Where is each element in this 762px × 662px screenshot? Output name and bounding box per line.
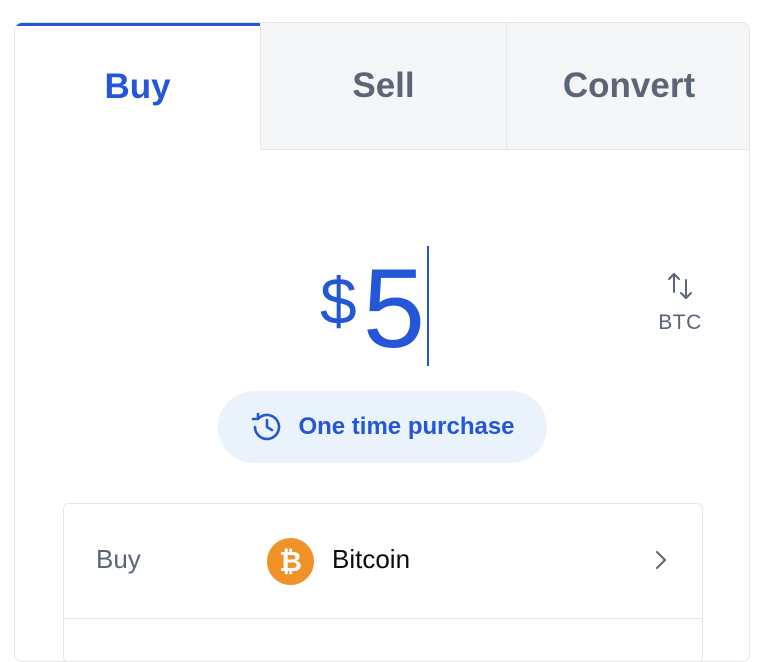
trade-tabs: Buy Sell Convert xyxy=(15,23,749,150)
asset-row-buy[interactable]: Buy ₿ Bitcoin xyxy=(64,504,702,619)
tab-convert[interactable]: Convert xyxy=(506,23,749,150)
tab-sell[interactable]: Sell xyxy=(260,23,506,150)
swap-currency-label: BTC xyxy=(658,311,702,334)
swap-currency-button[interactable]: BTC xyxy=(645,271,715,335)
amount-input[interactable]: $ 5 xyxy=(320,246,430,371)
asset-selector: Buy ₿ Bitcoin xyxy=(63,503,703,661)
purchase-frequency-button[interactable]: One time purchase xyxy=(218,391,547,463)
amount-value: 5 xyxy=(362,246,426,371)
trade-widget: Buy Sell Convert $ 5 BTC One time purcha… xyxy=(14,22,750,662)
asset-name: Bitcoin xyxy=(332,544,411,574)
purchase-frequency-label: One time purchase xyxy=(298,413,515,440)
chevron-right-icon xyxy=(656,551,666,569)
swap-arrows-icon xyxy=(668,273,692,299)
text-cursor xyxy=(427,246,430,366)
bitcoin-icon: ₿ xyxy=(267,538,314,585)
tab-buy[interactable]: Buy xyxy=(15,23,260,150)
currency-symbol: $ xyxy=(320,264,357,338)
recurring-clock-icon xyxy=(252,412,281,441)
asset-row-label: Buy xyxy=(96,544,141,574)
